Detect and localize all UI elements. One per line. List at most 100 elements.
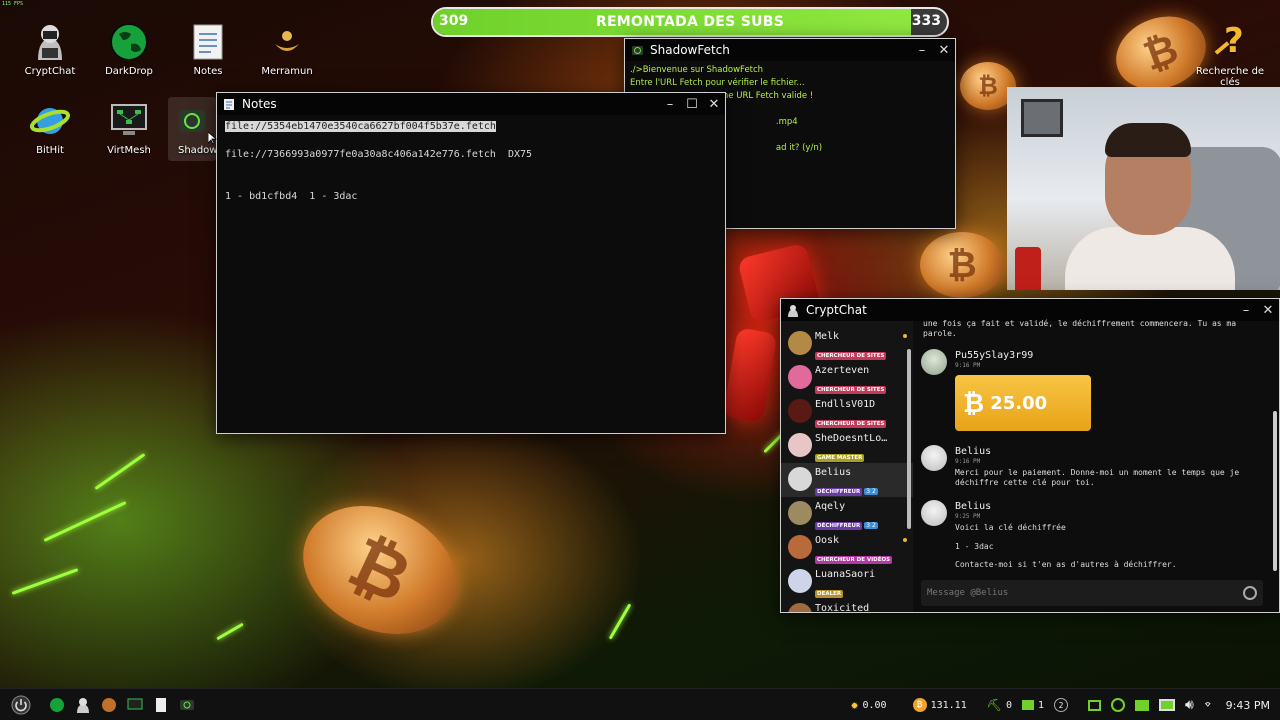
contact-name: LuanaSaori [815, 569, 876, 580]
tray-value: 0.00 [862, 699, 887, 711]
contact-item[interactable]: EndllsV01D CHERCHEUR DE SITES [781, 395, 913, 429]
taskbar-notes-icon[interactable] [150, 694, 172, 716]
folder-icon [1135, 699, 1150, 711]
message-time: 9:16 PM [955, 362, 981, 369]
tray-item-bitcoin[interactable]: ₿ 131.11 [912, 698, 967, 712]
contact-list-scrollbar[interactable] [907, 349, 911, 529]
tray-value: 1 [1037, 699, 1045, 711]
minimize-button[interactable]: – [1235, 303, 1257, 318]
tray-value: 0 [1005, 699, 1012, 711]
key-question-icon: ? [1210, 22, 1250, 62]
spark-decoration [608, 603, 632, 640]
tray-item-battery[interactable]: 1 [1021, 699, 1045, 711]
attach-coin-icon[interactable] [1243, 586, 1257, 600]
tray-item-shield[interactable]: 2 [1054, 698, 1072, 712]
message-author: Pu55ySlay3r99 [955, 350, 1034, 361]
contact-name: Aqely [815, 501, 846, 512]
wifi-icon: ⌔ [1203, 697, 1212, 713]
notes-titlebar[interactable]: Notes – ☐ ✕ [217, 93, 725, 115]
streamer-hair [1105, 123, 1191, 157]
online-indicator [903, 334, 907, 338]
tray-item-pickaxe[interactable]: ⛏ 0 [987, 698, 1012, 712]
spark-decoration [216, 622, 244, 641]
bitcoin-icon: ₿ [963, 388, 985, 419]
message-input[interactable]: Message @Belius [921, 580, 1263, 606]
tray-item-sync[interactable] [1111, 698, 1126, 712]
message-input-placeholder: Message @Belius [927, 588, 1009, 598]
contact-item[interactable]: Aqely DÉCHIFFREUR 3 2 [781, 497, 913, 531]
clock: 9:43 PM [1225, 698, 1270, 712]
dice-decoration [722, 327, 778, 423]
desktop-icon-merramun[interactable]: Merramun [247, 22, 327, 77]
tray-item-display[interactable] [1159, 699, 1176, 711]
window-title: ShadowFetch [650, 43, 730, 57]
contact-item[interactable]: Melk CHERCHEUR DE SITES [781, 327, 913, 361]
role-badge: CHERCHEUR DE SITES [815, 386, 887, 394]
close-button[interactable]: ✕ [933, 43, 955, 58]
desktop-icon-cryptchat[interactable]: CryptChat [10, 22, 90, 77]
avatar [921, 500, 947, 526]
window-title: CryptChat [806, 303, 867, 317]
desktop-icon-bithit[interactable]: BitHit [10, 101, 90, 156]
crescent-icon [267, 22, 307, 62]
avatar [788, 501, 812, 525]
notepad-icon [223, 98, 236, 111]
desktop-icon-recherche-de-cles[interactable]: ? Recherche de clés [1186, 22, 1274, 88]
bitcoin-coin-decoration [282, 481, 478, 659]
tray-item-volume[interactable]: 🔊︎ [1185, 697, 1194, 713]
tray-value: 131.11 [930, 699, 967, 711]
avatar [788, 535, 812, 559]
cryptchat-titlebar[interactable]: CryptChat – ✕ [781, 299, 1279, 321]
role-badge: CHERCHEUR DE SITES [815, 352, 887, 360]
level-badge: 3 2 [864, 522, 878, 529]
taskbar-merramun-icon[interactable] [98, 694, 120, 716]
spark-decoration [94, 453, 146, 490]
message-author: Belius [955, 501, 992, 512]
contact-name: Oosk [815, 535, 840, 546]
desktop-icon-notes[interactable]: Notes [168, 22, 248, 77]
maximize-button[interactable]: ☐ [681, 97, 703, 112]
desktop-icon-shadowfetch[interactable]: ShadowF [168, 97, 216, 161]
message-text: parole. [923, 329, 957, 338]
close-button[interactable]: ✕ [703, 97, 725, 112]
tray-item-sun[interactable]: ✹ 0.00 [851, 698, 887, 713]
contact-item[interactable]: LuanaSaori DEALER [781, 565, 913, 599]
taskbar-darkdrop-icon[interactable] [46, 694, 68, 716]
chat-scrollbar[interactable] [1273, 411, 1277, 571]
tray-item-files[interactable] [1135, 699, 1150, 711]
close-button[interactable]: ✕ [1257, 303, 1279, 318]
contact-name: Belius [815, 467, 852, 478]
desktop-icon-label: BitHit [36, 145, 64, 156]
message-text: Voici la clé déchiffrée [955, 523, 1066, 532]
minimize-button[interactable]: – [659, 97, 681, 112]
notes-line [225, 163, 717, 177]
desktop-icon-label: Merramun [261, 66, 313, 77]
tray-item-network-window[interactable] [1088, 699, 1102, 711]
message-time: 9:16 PM [955, 458, 981, 465]
contact-item[interactable]: Oosk CHERCHEUR DE VIDÉOS [781, 531, 913, 565]
desktop-icon-virtmesh[interactable]: VirtMesh [89, 101, 169, 156]
minimize-button[interactable]: – [911, 43, 933, 58]
desktop-icon-label: VirtMesh [107, 145, 151, 156]
sun-icon: ✹ [850, 697, 859, 713]
sub-goal-target: 333 [911, 13, 941, 29]
payment-card: ₿ 25.00 [955, 375, 1091, 431]
payment-amount: 25.00 [990, 392, 1048, 414]
desktop-icon-darkdrop[interactable]: DarkDrop [89, 22, 169, 77]
contact-item-selected[interactable]: Belius DÉCHIFFREUR 3 2 [781, 463, 913, 497]
streamer-body [1065, 227, 1235, 290]
contact-item[interactable]: Toxicited [781, 599, 913, 612]
power-icon[interactable] [10, 694, 32, 716]
shield-icon: 2 [1054, 698, 1069, 712]
taskbar-shadowfetch-icon[interactable] [176, 694, 198, 716]
avatar [788, 331, 812, 355]
shadowfetch-titlebar[interactable]: ShadowFetch – ✕ [625, 39, 955, 61]
tray-item-wifi[interactable]: ⌔ [1204, 698, 1212, 713]
taskbar-cryptchat-icon[interactable] [72, 694, 94, 716]
contact-item[interactable]: Azerteven CHERCHEUR DE SITES [781, 361, 913, 395]
shadowfetch-icon [631, 44, 644, 57]
taskbar-virtmesh-icon[interactable] [124, 694, 146, 716]
notes-text-area[interactable]: file://5354eb1470e3540ca6627bf004f5b37e.… [217, 115, 725, 211]
contact-item[interactable]: SheDoesntLo… GAME MASTER [781, 429, 913, 463]
contact-name: SheDoesntLo… [815, 433, 888, 444]
